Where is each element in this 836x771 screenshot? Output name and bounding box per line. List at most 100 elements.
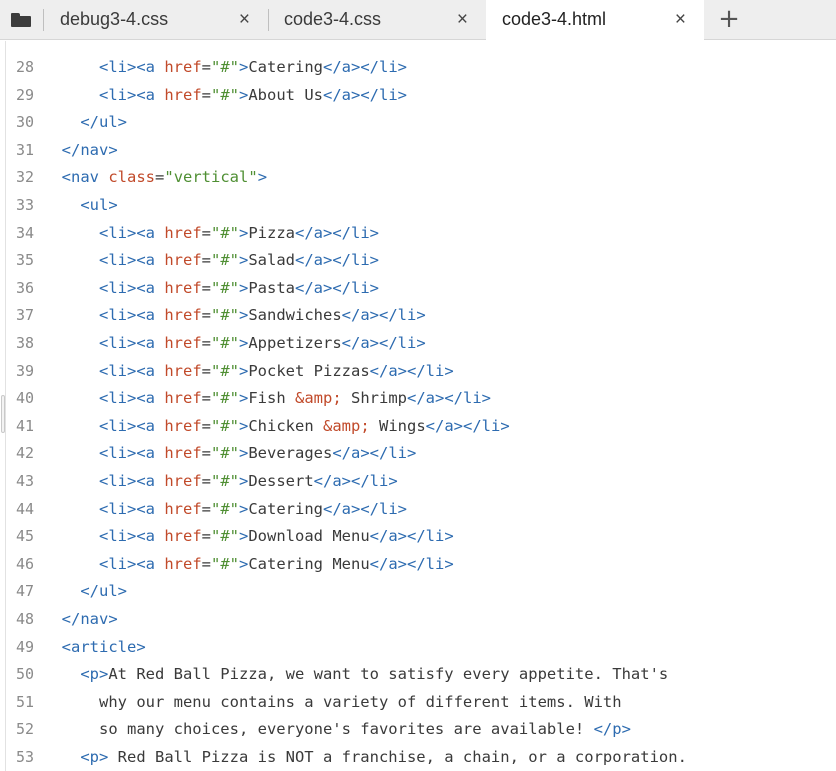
line-number: 41 [15, 416, 34, 435]
code-token: = [201, 416, 211, 435]
code-line[interactable]: 44 <li><a href="#">Catering</a></li> [0, 496, 836, 523]
code-token: = [201, 361, 211, 380]
code-token: </a></li> [369, 361, 454, 380]
line-number: 31 [15, 140, 34, 159]
code-line[interactable]: 47 </ul> [0, 578, 836, 605]
code-token: Salad [248, 251, 296, 270]
code-token: "#" [211, 85, 239, 104]
line-number: 38 [15, 334, 34, 352]
close-icon[interactable]: × [675, 9, 686, 31]
code-token: "#" [211, 251, 239, 270]
code-text: <li><a href="#">Appetizers</a></li> [43, 330, 426, 357]
code-token: href [164, 306, 202, 325]
code-token: <li><a [99, 444, 165, 463]
close-icon[interactable]: × [457, 9, 468, 31]
code-text: <li><a href="#">About Us</a></li> [43, 82, 407, 109]
code-line[interactable]: 32 <nav class="vertical"> [0, 164, 836, 191]
tab-code3-4-css[interactable]: code3-4.css × [268, 0, 486, 40]
code-token: href [164, 416, 202, 435]
tab-code3-4-html[interactable]: code3-4.html × [486, 0, 704, 41]
code-line[interactable]: 33 <ul> [0, 192, 836, 219]
code-text: <li><a href="#">Download Menu</a></li> [43, 523, 454, 550]
code-line[interactable]: 36 <li><a href="#">Pasta</a></li> [0, 275, 836, 302]
code-token: Sandwiches [248, 306, 342, 325]
code-line[interactable]: 34 <li><a href="#">Pizza</a></li> [0, 220, 836, 247]
code-line[interactable]: 42 <li><a href="#">Beverages</a></li> [0, 440, 836, 467]
code-token: &amp; [295, 389, 342, 408]
tab-bar: debug3-4.css × code3-4.css × code3-4.htm… [0, 0, 836, 41]
close-icon[interactable]: × [239, 9, 250, 31]
code-token: = [201, 389, 211, 408]
code-token: <li><a [99, 554, 165, 573]
code-token: "#" [211, 334, 239, 352]
code-token: "vertical" [164, 168, 258, 187]
code-token: "#" [211, 472, 239, 490]
plus-icon[interactable]: + [712, 2, 746, 36]
code-token: "#" [211, 361, 239, 380]
code-line[interactable]: 28 <li><a href="#">Catering</a></li> [0, 54, 836, 81]
code-line[interactable]: 30 </ul> [0, 109, 836, 136]
code-token: why our menu contains a variety of diffe… [43, 692, 622, 711]
code-text: <li><a href="#">Catering</a></li> [43, 496, 407, 523]
code-token: </a></li> [369, 554, 454, 573]
code-line[interactable]: 31 </nav> [0, 137, 836, 164]
code-line[interactable]: 52 so many choices, everyone's favorites… [0, 716, 836, 743]
code-token: "#" [211, 554, 239, 573]
code-token: > [239, 223, 249, 242]
code-line[interactable]: 51 why our menu contains a variety of di… [0, 689, 836, 716]
code-line[interactable]: 49 <article> [0, 634, 836, 661]
line-number: 45 [15, 527, 34, 546]
line-number: 40 [15, 389, 34, 408]
code-token: href [164, 444, 202, 463]
code-token: &amp; [323, 416, 370, 435]
line-number: 47 [15, 582, 34, 601]
code-text: <article> [43, 634, 146, 661]
code-line[interactable]: 39 <li><a href="#">Pocket Pizzas</a></li… [0, 358, 836, 385]
tab-label: debug3-4.css [60, 9, 169, 29]
code-token: "#" [211, 444, 239, 463]
line-number: 35 [15, 251, 34, 270]
code-line[interactable]: 43 <li><a href="#">Dessert</a></li> [0, 468, 836, 495]
code-line[interactable]: 38 <li><a href="#">Appetizers</a></li> [0, 330, 836, 357]
code-token: = [201, 58, 211, 76]
code-token: > [239, 527, 249, 546]
code-token: href [164, 85, 202, 104]
code-token: > [239, 361, 249, 380]
code-line[interactable]: 45 <li><a href="#">Download Menu</a></li… [0, 523, 836, 550]
code-line[interactable]: 48 </nav> [0, 606, 836, 633]
code-line[interactable]: 35 <li><a href="#">Salad</a></li> [0, 247, 836, 274]
code-text: </nav> [43, 606, 118, 633]
code-line[interactable]: 50 <p>At Red Ball Pizza, we want to sati… [0, 661, 836, 688]
code-editor[interactable]: 28 <li><a href="#">Catering</a></li> 29 <… [0, 41, 836, 771]
line-number: 37 [15, 306, 34, 325]
code-token: > [239, 58, 249, 76]
code-token: <p> [80, 748, 109, 766]
code-line[interactable]: 46 <li><a href="#">Catering Menu</a></li… [0, 551, 836, 578]
code-token: <li><a [99, 306, 165, 325]
code-token: href [164, 334, 202, 352]
code-token: = [201, 472, 211, 490]
code-token: </a></li> [425, 416, 510, 435]
code-line[interactable]: 41 <li><a href="#">Chicken &amp; Wings</… [0, 413, 836, 440]
code-token: <li><a [99, 223, 165, 242]
code-token: > [239, 499, 249, 518]
code-token: = [201, 306, 211, 325]
code-line[interactable]: 53 <p> Red Ball Pizza is NOT a franchise… [0, 744, 836, 771]
code-line[interactable]: 40 <li><a href="#">Fish &amp; Shrimp</a>… [0, 385, 836, 412]
tab-debug3-4-css[interactable]: debug3-4.css × [44, 0, 268, 40]
code-line[interactable]: 29 <li><a href="#">About Us</a></li> [0, 82, 836, 109]
code-token: Dessert [248, 472, 314, 490]
file-browser-button[interactable] [0, 0, 42, 40]
code-token: </ul> [80, 113, 127, 132]
code-token: href [164, 554, 202, 573]
code-line[interactable]: 37 <li><a href="#">Sandwiches</a></li> [0, 302, 836, 329]
line-number: 28 [15, 58, 34, 76]
